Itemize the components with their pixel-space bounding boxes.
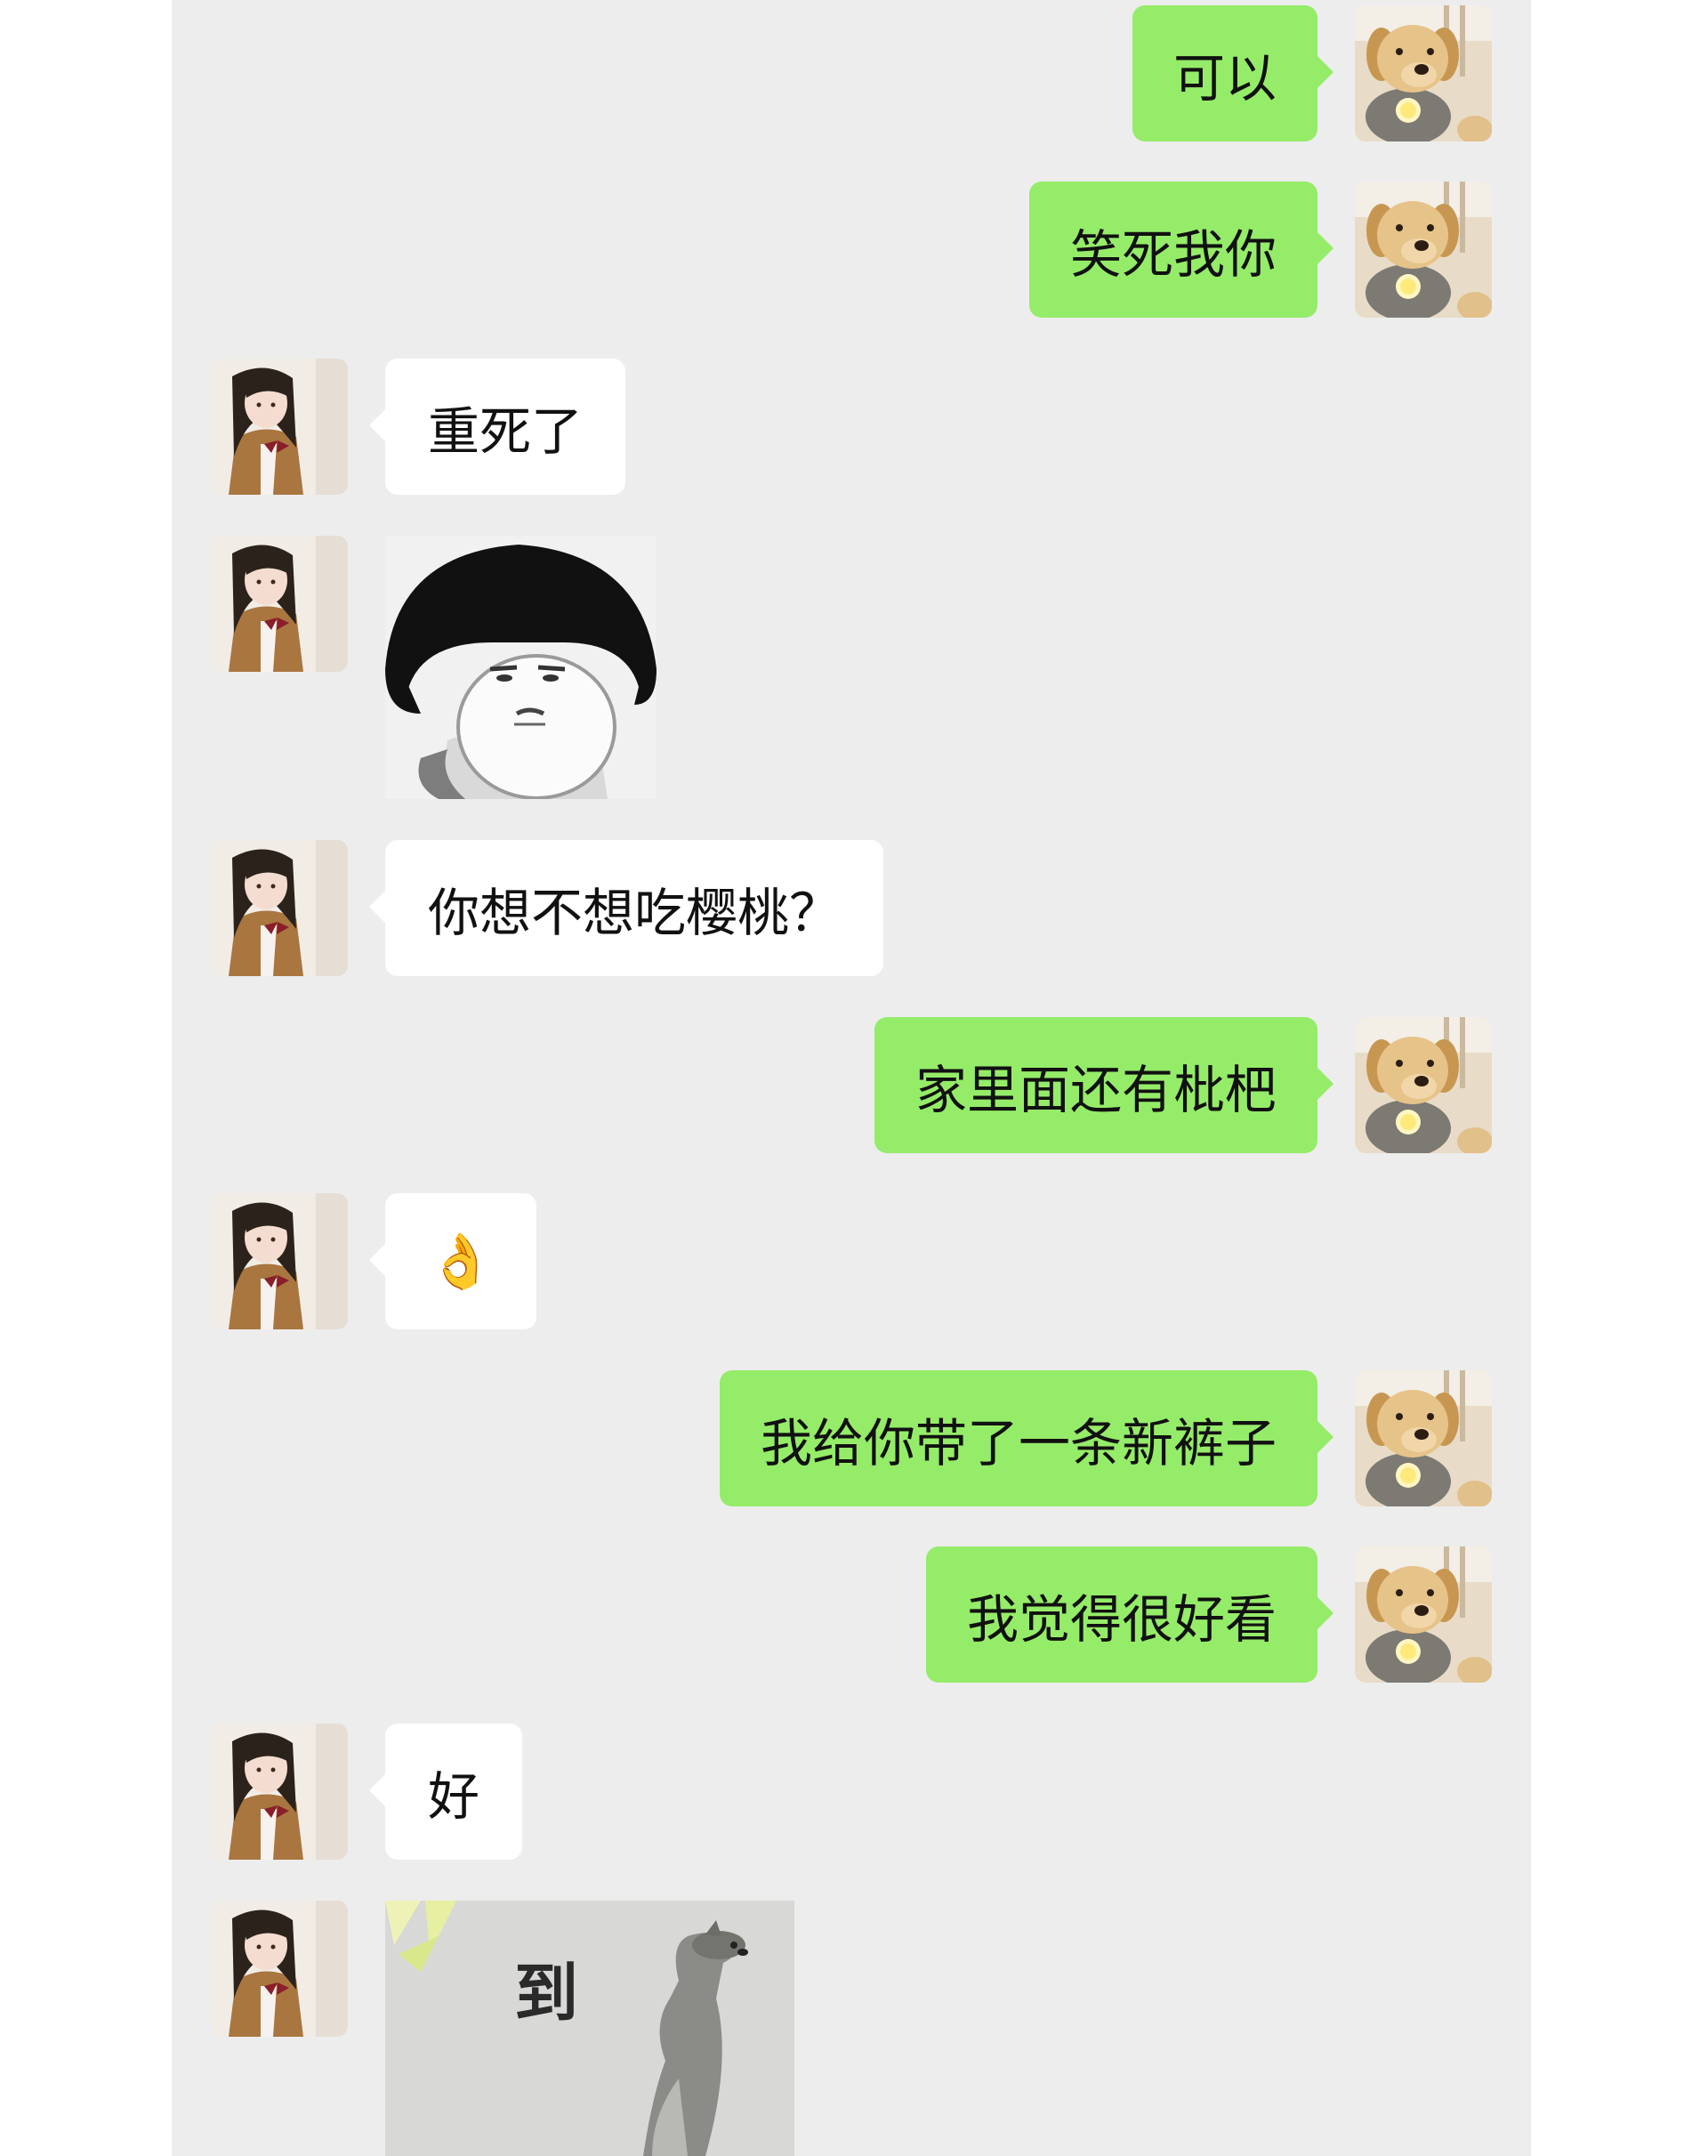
message-text: 家里面还有枇杷 xyxy=(914,1059,1277,1120)
girl-avatar-icon[interactable] xyxy=(211,1901,348,2037)
incoming-message-bubble[interactable]: 👌 xyxy=(369,1193,536,1329)
girl-avatar-icon[interactable] xyxy=(211,536,348,672)
self-avatar-icon[interactable] xyxy=(1355,1017,1492,1153)
self-avatar-icon[interactable] xyxy=(1355,182,1492,318)
girl-avatar-icon[interactable] xyxy=(211,840,348,976)
message-text: 我觉得很好看 xyxy=(966,1588,1277,1650)
outgoing-message-bubble[interactable]: 我给你带了一条新裤子 xyxy=(719,1370,1334,1506)
self-avatar-icon[interactable] xyxy=(1355,1546,1492,1683)
girl-avatar-icon[interactable] xyxy=(211,359,348,495)
incoming-message-bubble[interactable]: 重死了 xyxy=(368,359,626,495)
outgoing-message-bubble[interactable]: 笑死我你 xyxy=(1028,182,1334,318)
self-avatar-icon[interactable] xyxy=(1355,5,1492,141)
standing-dog-sticker-icon[interactable]: 到 xyxy=(385,1901,794,2156)
self-avatar-icon[interactable] xyxy=(1355,1370,1492,1506)
incoming-message-bubble[interactable]: 好 xyxy=(368,1724,523,1860)
outgoing-message-bubble[interactable]: 我觉得很好看 xyxy=(925,1546,1334,1683)
message-text: 重死了 xyxy=(428,400,584,462)
ok-hand-emoji: 👌 xyxy=(427,1230,495,1293)
message-text: 我给你带了一条新裤子 xyxy=(760,1412,1277,1474)
message-text: 可以 xyxy=(1172,47,1277,109)
message-text: 你想不想吃樱桃？ xyxy=(428,882,842,943)
incoming-message-bubble[interactable]: 你想不想吃樱桃？ xyxy=(368,840,884,976)
message-text: 笑死我你 xyxy=(1069,223,1277,285)
mushroom-head-boy-sticker-icon[interactable] xyxy=(385,536,657,799)
chat-area[interactable]: 可以 笑死我你 重死了 你想不想吃樱桃？ 家里面还有枇杷 👌 我给你带了一条新裤… xyxy=(172,0,1531,2156)
girl-avatar-icon[interactable] xyxy=(211,1724,348,1860)
outgoing-message-bubble[interactable]: 可以 xyxy=(1132,5,1334,141)
message-text: 好 xyxy=(428,1765,480,1827)
outgoing-message-bubble[interactable]: 家里面还有枇杷 xyxy=(874,1017,1334,1153)
sticker-caption: 到 xyxy=(514,1956,579,2031)
girl-avatar-icon[interactable] xyxy=(211,1193,348,1329)
